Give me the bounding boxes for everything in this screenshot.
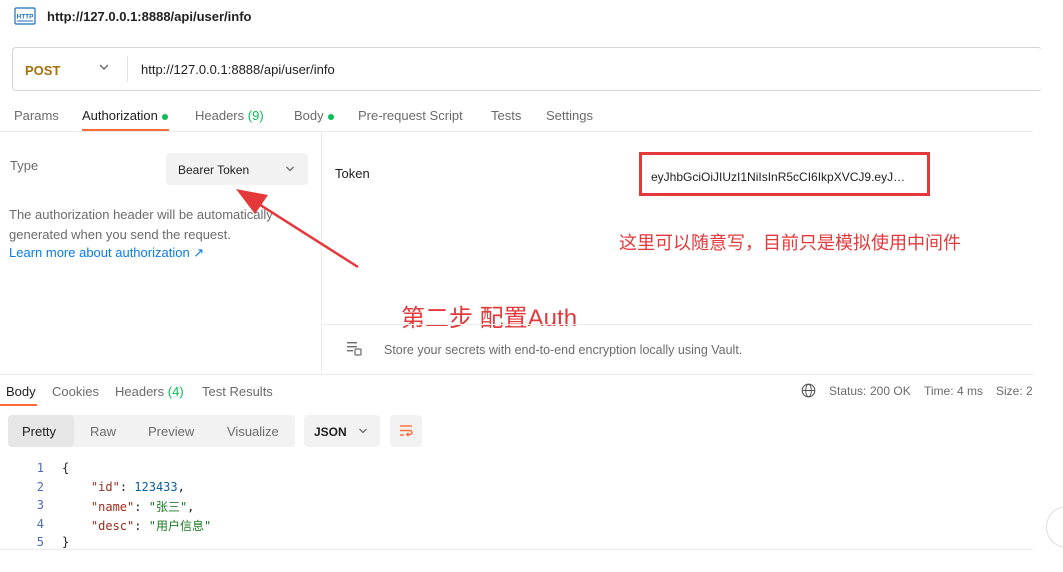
- response-tab-test-results[interactable]: Test Results: [202, 384, 273, 399]
- tab-body[interactable]: Body: [294, 108, 334, 123]
- active-dot-icon: [161, 113, 168, 120]
- size-label: Size:: [996, 384, 1023, 398]
- tab-params[interactable]: Params: [14, 108, 59, 123]
- auth-description: The authorization header will be automat…: [9, 207, 273, 242]
- status-label: Status:: [829, 384, 867, 398]
- code-line: "id": 123433,: [90, 480, 185, 494]
- format-pretty[interactable]: Pretty: [22, 424, 56, 439]
- tab-tests[interactable]: Tests: [491, 108, 521, 123]
- active-dot-icon: [327, 113, 334, 120]
- tab-pre-request-script[interactable]: Pre-request Script: [358, 108, 463, 123]
- time-value: 4 ms: [957, 384, 984, 398]
- divider: [322, 324, 1033, 325]
- line-number: 2: [36, 480, 44, 494]
- divider: [0, 374, 1033, 375]
- active-tab-indicator: [0, 404, 37, 406]
- response-tab-body[interactable]: Body: [6, 384, 36, 399]
- step-annotation: 第二步 配置Auth: [401, 305, 578, 332]
- response-tab-cookies[interactable]: Cookies: [52, 384, 99, 399]
- chevron-down-icon: [359, 428, 367, 434]
- size-value: 2: [1026, 384, 1033, 398]
- floating-action-button[interactable]: [1046, 506, 1063, 548]
- divider: [0, 131, 1033, 132]
- response-tab-headers[interactable]: Headers (4): [115, 384, 184, 399]
- globe-icon[interactable]: [801, 383, 816, 398]
- chevron-down-icon[interactable]: [97, 60, 111, 74]
- token-annotation: 这里可以随意写，目前只是模拟使用中间件: [619, 233, 961, 253]
- json-key: "id": [90, 480, 120, 494]
- pane-divider: [321, 132, 322, 374]
- vault-banner-text: Store your secrets with end-to-end encry…: [384, 343, 743, 357]
- url-input[interactable]: http://127.0.0.1:8888/api/user/info: [141, 62, 335, 77]
- line-number: 5: [36, 535, 44, 549]
- line-number: 4: [36, 517, 44, 531]
- status-value: 200 OK: [870, 384, 911, 398]
- json-number: 123433: [134, 480, 178, 494]
- tab-authorization[interactable]: Authorization: [82, 108, 168, 123]
- format-raw[interactable]: Raw: [90, 424, 116, 439]
- format-preview[interactable]: Preview: [148, 424, 194, 439]
- json-key: "name": [90, 500, 135, 514]
- time-label: Time:: [924, 384, 954, 398]
- json-string: "用户信息": [148, 519, 212, 533]
- tab-headers[interactable]: Headers (9): [195, 108, 264, 123]
- format-visualize[interactable]: Visualize: [227, 424, 279, 439]
- divider: [0, 549, 1033, 550]
- code-line: }: [62, 535, 70, 549]
- line-number: 3: [36, 498, 44, 512]
- line-number: 1: [36, 461, 44, 475]
- tab-settings[interactable]: Settings: [546, 108, 593, 123]
- chevron-down-icon: [286, 166, 294, 172]
- json-string: "张三": [148, 500, 188, 514]
- auth-type-value: Bearer Token: [178, 163, 250, 177]
- token-label: Token: [335, 166, 370, 181]
- json-key: "desc": [90, 519, 135, 533]
- http-file-icon: HTTP: [14, 7, 36, 25]
- token-input[interactable]: eyJhbGciOiJIUzI1NiIsInR5cCI6IkpXVCJ9.eyJ…: [651, 170, 905, 184]
- learn-more-link[interactable]: Learn more about authorization ↗: [9, 245, 204, 261]
- url-divider: [127, 56, 128, 82]
- auth-type-label: Type: [10, 158, 39, 173]
- method-select[interactable]: POST: [25, 63, 60, 78]
- vault-icon: [347, 342, 362, 356]
- language-value: JSON: [314, 425, 347, 439]
- wrap-lines-icon: [400, 425, 413, 437]
- code-line: {: [62, 461, 70, 475]
- code-line: "desc": "用户信息": [90, 519, 212, 533]
- request-title: http://127.0.0.1:8888/api/user/info: [47, 9, 252, 24]
- code-line: "name": "张三",: [90, 500, 195, 514]
- svg-text:HTTP: HTTP: [17, 14, 35, 21]
